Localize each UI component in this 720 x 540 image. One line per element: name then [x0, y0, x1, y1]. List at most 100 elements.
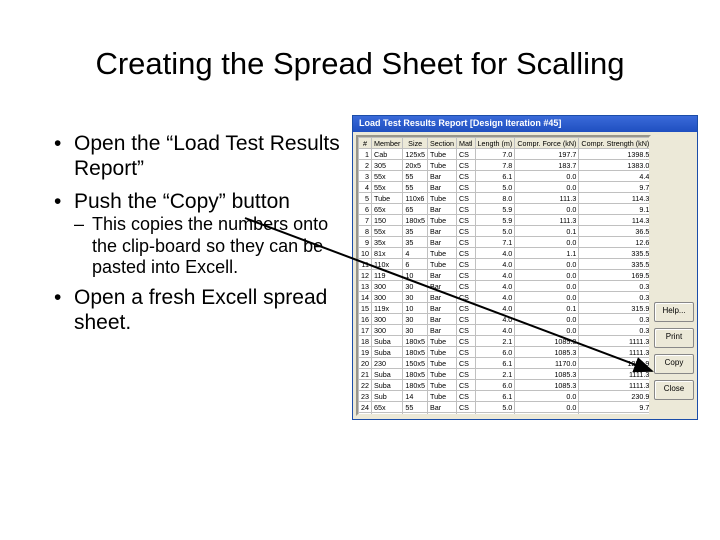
- table-row: 25505150x7TubeCS7.8385.6938.2OK0.01523.0…: [359, 413, 652, 417]
- table-cell: 125x5: [403, 149, 428, 160]
- table-cell: 1398.5: [579, 149, 651, 160]
- help-button[interactable]: Help...: [654, 302, 694, 322]
- table-cell: 0.3: [579, 292, 651, 303]
- column-header: Section: [427, 138, 456, 149]
- table-row: 1330030BarCS4.00.00.3OK155.21520.0OK: [359, 281, 652, 292]
- table-cell: 150: [372, 215, 403, 226]
- table-cell: 5.0: [475, 226, 515, 237]
- table-cell: 0.0: [515, 325, 579, 336]
- table-cell: 0.0: [515, 171, 579, 182]
- table-cell: 4.0: [475, 325, 515, 336]
- table-cell: 0.1: [515, 226, 579, 237]
- table-cell: Tube: [427, 193, 456, 204]
- table-cell: 19: [359, 347, 372, 358]
- table-cell: 300: [372, 314, 403, 325]
- table-cell: 4.0: [475, 314, 515, 325]
- table-cell: 7: [359, 215, 372, 226]
- table-cell: 230.9: [579, 391, 651, 402]
- table-cell: CS: [456, 358, 475, 369]
- table-cell: Bar: [427, 226, 456, 237]
- table-cell: 110x: [372, 259, 403, 270]
- table-cell: Bar: [427, 237, 456, 248]
- table-cell: 0.0: [515, 270, 579, 281]
- table-cell: 4.4: [579, 171, 651, 182]
- table-cell: Suba: [372, 369, 403, 380]
- table-cell: CS: [456, 336, 475, 347]
- print-button[interactable]: Print: [654, 328, 694, 348]
- table-cell: 4.0: [475, 270, 515, 281]
- table-cell: 6: [359, 204, 372, 215]
- table-cell: CS: [456, 314, 475, 325]
- table-cell: 35: [403, 237, 428, 248]
- table-cell: 335.5: [579, 248, 651, 259]
- table-cell: CS: [456, 325, 475, 336]
- table-row: 15119x10BarCS4.00.1315.9OK1040.11203.1OK: [359, 303, 652, 314]
- table-cell: 55: [403, 182, 428, 193]
- table-cell: 65x: [372, 402, 403, 413]
- table-cell: Suba: [372, 347, 403, 358]
- table-cell: 21: [359, 369, 372, 380]
- table-cell: 55x: [372, 171, 403, 182]
- table-cell: 7.8: [475, 413, 515, 417]
- table-cell: CS: [456, 215, 475, 226]
- table-cell: 0.0: [515, 259, 579, 270]
- copy-button[interactable]: Copy: [654, 354, 694, 374]
- table-cell: Suba: [372, 336, 403, 347]
- table-cell: 16: [359, 314, 372, 325]
- table-cell: CS: [456, 303, 475, 314]
- table-cell: 0.0: [515, 402, 579, 413]
- table-cell: 4.0: [475, 303, 515, 314]
- table-cell: CS: [456, 149, 475, 160]
- table-cell: 9.7: [579, 182, 651, 193]
- table-cell: 10: [403, 303, 428, 314]
- table-cell: 335.5: [579, 259, 651, 270]
- table-cell: 14: [403, 391, 428, 402]
- table-cell: 6.1: [475, 171, 515, 182]
- table-cell: 55x: [372, 226, 403, 237]
- close-button[interactable]: Close: [654, 380, 694, 400]
- table-cell: CS: [456, 380, 475, 391]
- table-row: 20230150x5TubeCS6.11170.01230.9OK0.01627…: [359, 358, 652, 369]
- table-cell: 5: [359, 193, 372, 204]
- table-row: 1Cab125x5TubeCS7.0197.71398.5OK0.02380.1…: [359, 149, 652, 160]
- table-cell: 30: [403, 314, 428, 325]
- column-header: Compr. Force (kN): [515, 138, 579, 149]
- column-header: Compr. Strength (kN): [579, 138, 651, 149]
- table-cell: 1085.3: [515, 347, 579, 358]
- table-row: 19Suba180x5TubeCS6.01085.31111.3OK0.0119…: [359, 347, 652, 358]
- table-cell: Tube: [427, 160, 456, 171]
- table-cell: 180x5: [403, 336, 428, 347]
- table-cell: Bar: [427, 325, 456, 336]
- table-cell: 1383.0: [579, 160, 651, 171]
- table-cell: 20x5: [403, 160, 428, 171]
- table-cell: 1085.3: [515, 336, 579, 347]
- table-cell: CS: [456, 402, 475, 413]
- table-cell: 0.0: [515, 281, 579, 292]
- table-cell: 169.5: [579, 270, 651, 281]
- column-header: Matl: [456, 138, 475, 149]
- table-cell: 1.1: [515, 248, 579, 259]
- table-cell: CS: [456, 391, 475, 402]
- table-cell: 55x: [372, 182, 403, 193]
- table-cell: 0.1: [515, 303, 579, 314]
- table-cell: 315.9: [579, 303, 651, 314]
- table-cell: 3: [359, 171, 372, 182]
- table-cell: CS: [456, 369, 475, 380]
- table-cell: 0.3: [579, 281, 651, 292]
- table-cell: 938.2: [579, 413, 651, 417]
- table-cell: Bar: [427, 182, 456, 193]
- table-cell: 55: [403, 171, 428, 182]
- table-row: 665x65BarCS5.90.09.1OK698.8949.9OK: [359, 204, 652, 215]
- table-cell: 1111.3: [579, 369, 651, 380]
- table-cell: CS: [456, 281, 475, 292]
- table-cell: Bar: [427, 171, 456, 182]
- table-cell: 5.9: [475, 204, 515, 215]
- table-cell: 119x: [372, 303, 403, 314]
- table-cell: 1170.0: [515, 358, 579, 369]
- table-cell: Tube: [427, 259, 456, 270]
- table-cell: 180x5: [403, 347, 428, 358]
- table-cell: 6.1: [475, 391, 515, 402]
- column-header: #: [359, 138, 372, 149]
- table-cell: 2.1: [475, 336, 515, 347]
- bullet-3: Open a fresh Excell spread sheet.: [54, 286, 354, 336]
